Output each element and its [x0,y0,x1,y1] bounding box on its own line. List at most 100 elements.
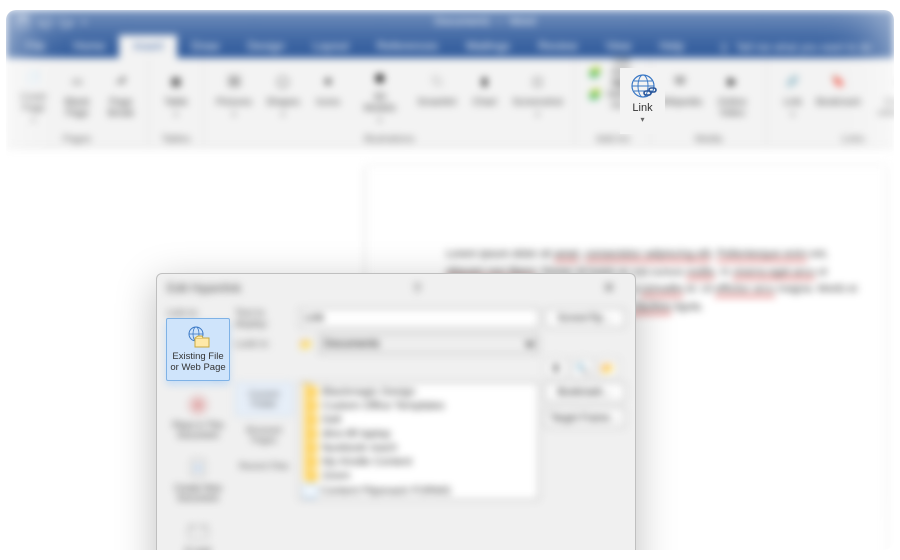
file-list-item[interactable]: facebook reach [302,441,536,455]
pictures-icon: 🖼 [220,67,248,95]
nav-browsed-pages[interactable]: Browsed Pages [235,418,293,452]
tab-draw[interactable]: Draw [177,35,233,58]
link-icon [628,74,658,100]
bookmark-button[interactable]: 🔖Bookmark [815,62,863,130]
tell-me-search[interactable]: Tell me what you want to do [718,42,872,58]
linkto-email[interactable]: E-mail Address [167,512,229,550]
group-label-tables: Tables [155,132,197,145]
file-list-item[interactable]: Zoom [302,469,536,483]
smartart-button[interactable]: ⿻SmartArt [411,62,462,130]
file-name: facebook reach [322,442,397,454]
cover-page-icon: 📄 [19,67,47,90]
hyperlink-dialog: Edit Hyperlink ? ✕ Link to: Existing Fil… [156,273,636,550]
icons-button[interactable]: ★Icons [308,62,348,130]
3d-models-button[interactable]: ⬢3D Models▾ [350,62,409,130]
linkto-place-label: Place in This Document [170,420,226,440]
up-folder-button[interactable]: ⬆ [545,358,567,378]
file-list-item[interactable]: Custom Office Templates [302,399,536,413]
blank-page-button[interactable]: ▭Blank Page [56,62,98,130]
linkto-existing-file-or-web-page[interactable]: Existing File or Web Page [166,318,230,381]
page-break-button[interactable]: ⮐Page Break [100,62,142,130]
browse-web-button[interactable]: 🔍 [571,358,593,378]
folder-icon: 📁 [299,338,315,351]
file-icon [304,484,316,498]
undo-icon[interactable] [38,15,52,29]
save-icon[interactable] [16,15,30,29]
online-video-button[interactable]: ▶Online Video [705,62,760,130]
file-name: Blackmagic Design [322,386,416,398]
tab-insert[interactable]: Insert [119,35,177,58]
file-name: Dell [322,414,341,426]
new-doc-icon [184,456,212,480]
linkto-newdoc-label: Create New Document [170,483,226,503]
link-button[interactable]: Link ▾ [620,68,665,134]
cover-page-button[interactable]: 📄Cover Page▾ [12,62,54,130]
nav-recent-files[interactable]: Recent Files [235,454,293,478]
tell-me-label: Tell me what you want to do [736,42,872,54]
link-button-blur[interactable]: 🔗Link▾ [773,62,813,130]
shapes-button[interactable]: ◯Shapes▾ [260,62,306,130]
table-button[interactable]: ▦Table▾ [155,62,197,130]
tab-review[interactable]: Review [524,35,591,58]
bookmark-icon: 🔖 [825,67,853,95]
tab-design[interactable]: Design [233,35,298,58]
nav-current-folder[interactable]: Current Folder [235,382,293,416]
file-list-item[interactable]: dino-lift laptop [302,427,536,441]
app-name: Word [509,16,535,28]
text-to-display-input[interactable] [299,308,539,328]
file-list-item[interactable]: Edit preferences [302,499,536,500]
store-icon: 🧩 [588,64,602,80]
tab-help[interactable]: Help [645,35,698,58]
shapes-icon: ◯ [269,67,297,95]
close-icon[interactable]: ✕ [593,280,625,296]
pictures-button[interactable]: 🖼Pictures▾ [210,62,258,130]
cross-reference-button[interactable]: ↔Cross- reference [864,62,894,130]
file-name: Zoom [322,470,350,482]
bookmark-dialog-button[interactable]: Bookmark… [545,382,625,402]
target-frame-button[interactable]: Target Frame… [545,408,625,428]
file-list-item[interactable]: Blackmagic Design [302,385,536,399]
file-name: Content Flipsnack FORMS [320,485,451,497]
look-in-select[interactable]: Documents [319,334,539,354]
wikipedia-icon: W [666,67,694,95]
tab-file[interactable]: File [12,35,59,58]
ribbon: 📄Cover Page▾ ▭Blank Page ⮐Page Break Pag… [6,58,894,148]
blank-page-icon: ▭ [63,67,91,95]
redo-icon[interactable] [60,15,74,29]
tab-references[interactable]: References [363,35,452,58]
tab-mailings[interactable]: Mailings [452,35,524,58]
smartart-icon: ⿻ [423,67,451,95]
tab-layout[interactable]: Layout [299,35,363,58]
folder-icon [304,470,318,482]
chart-button[interactable]: ▮Chart [464,62,504,130]
linkto-email-label: E-mail Address [170,546,226,550]
linkto-existing-label: Existing File or Web Page [170,352,225,374]
file-name: My Kindle Content [322,456,412,468]
dialog-help-icon[interactable]: ? [401,281,433,296]
screentip-button[interactable]: ScreenTip… [545,308,625,328]
title-bar: ▾ Document1 – Word [6,10,894,34]
file-list-item[interactable]: My Kindle Content [302,455,536,469]
browse-file-button[interactable]: 📂 [597,358,619,378]
target-icon [184,393,212,417]
search-icon: 🔍 [575,362,589,375]
table-icon: ▦ [162,67,190,95]
look-in-label: Look in: [235,339,293,350]
file-name: Custom Office Templates [322,400,444,412]
cross-ref-icon: ↔ [885,67,894,95]
page-break-icon: ⮐ [107,67,135,95]
group-label-links: Links [773,132,894,145]
tab-home[interactable]: Home [59,35,119,58]
file-list[interactable]: Blackmagic Design Custom Office Templates… [299,382,539,500]
open-folder-icon: 📂 [601,362,615,375]
dialog-title: Edit Hyperlink [167,281,241,295]
linkto-place-in-doc[interactable]: Place in This Document [167,386,229,447]
chart-icon: ▮ [471,67,499,95]
file-list-item[interactable]: Content Flipsnack FORMS [302,483,536,499]
screenshot-button[interactable]: ▢Screenshot▾ [507,62,569,130]
lightbulb-icon [718,42,730,54]
linkto-new-doc[interactable]: Create New Document [167,449,229,510]
up-arrow-icon: ⬆ [551,362,560,375]
group-label-media: Media [657,132,759,145]
file-list-item[interactable]: Dell [302,413,536,427]
